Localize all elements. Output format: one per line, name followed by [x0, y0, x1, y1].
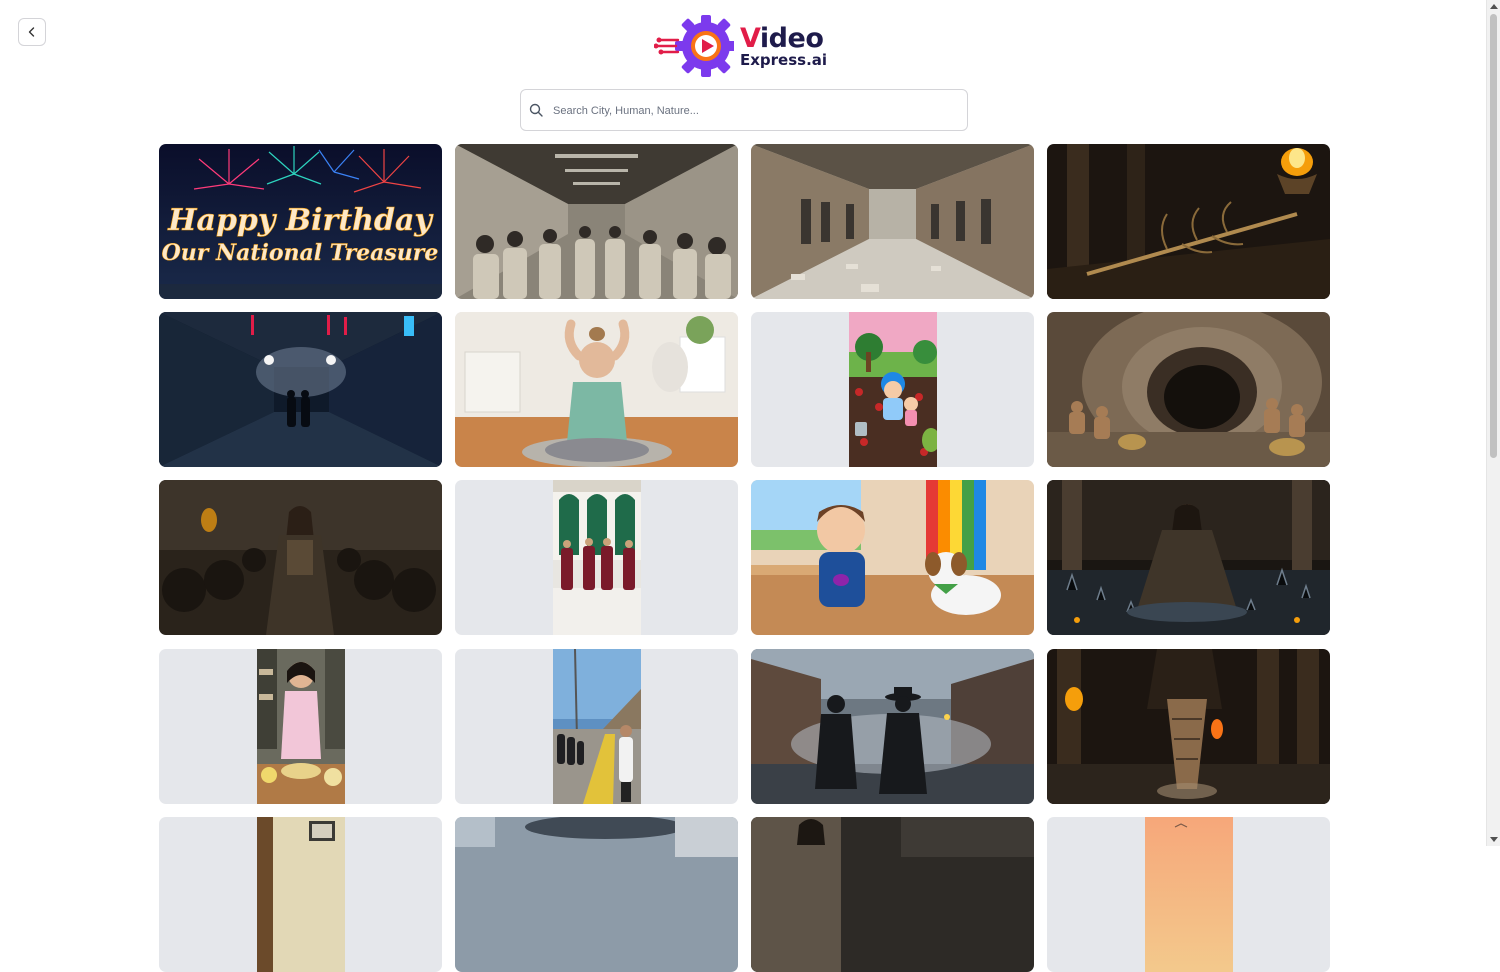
video-thumbnail	[751, 144, 1034, 299]
video-thumbnail	[849, 312, 937, 467]
chevron-left-icon	[28, 27, 35, 37]
scroll-up-arrow-icon[interactable]	[1490, 4, 1498, 9]
gallery-tile-sunset[interactable]	[1047, 817, 1330, 972]
gallery-tile-warrior-queen[interactable]	[159, 480, 442, 635]
video-thumbnail	[455, 312, 738, 467]
search-input[interactable]	[551, 90, 955, 132]
video-thumbnail	[751, 817, 1034, 972]
video-thumbnail	[1047, 649, 1330, 804]
gear-play-logo-icon	[654, 15, 734, 77]
app-logo: Video Express.ai	[654, 14, 834, 78]
video-thumbnail	[1047, 312, 1330, 467]
gallery-tile-weapon-torch[interactable]	[1047, 144, 1330, 299]
video-thumbnail	[1047, 480, 1330, 635]
gallery-tile-stressed-woman[interactable]	[455, 312, 738, 467]
thumbnail-caption-line1: Happy Birthday	[167, 203, 434, 238]
gallery-tile-street-people[interactable]	[455, 649, 738, 804]
video-thumbnail	[553, 480, 641, 635]
gallery-tile-cartoon-boy-dog[interactable]	[751, 480, 1034, 635]
thumbnail-caption-line2: Our National Treasure	[162, 240, 439, 266]
video-thumbnail	[159, 312, 442, 467]
video-thumbnail	[553, 649, 641, 804]
logo-wordmark-bottom: Express.ai	[740, 50, 828, 69]
video-thumbnail	[751, 649, 1034, 804]
gallery-tile-warrior-water[interactable]	[1047, 480, 1330, 635]
gallery-tile-sky-building[interactable]	[455, 817, 738, 972]
back-button[interactable]	[18, 18, 46, 46]
gallery-tile-room-sign[interactable]	[159, 817, 442, 972]
scroll-down-arrow-icon[interactable]	[1490, 837, 1498, 842]
video-thumbnail: Happy Birthday Our National Treasure	[159, 144, 442, 299]
video-thumbnail	[751, 480, 1034, 635]
video-thumbnail	[257, 817, 345, 972]
gallery-tile-woman-dark[interactable]	[751, 817, 1034, 972]
video-thumbnail	[1145, 817, 1233, 972]
gallery-tile-cave-people[interactable]	[1047, 312, 1330, 467]
gallery-tile-temple-feet[interactable]	[1047, 649, 1330, 804]
gallery-tile-crowd-corridor[interactable]	[455, 144, 738, 299]
page-scrollbar[interactable]	[1486, 0, 1500, 846]
gallery-tile-prison-hallway[interactable]	[751, 144, 1034, 299]
scrollbar-thumb[interactable]	[1490, 14, 1497, 458]
search-bar	[520, 89, 968, 132]
video-thumbnail	[159, 480, 442, 635]
gallery-tile-dark-corridor[interactable]	[159, 312, 442, 467]
gallery-tile-fireworks[interactable]: Happy Birthday Our National Treasure	[159, 144, 442, 299]
video-thumbnail	[455, 817, 738, 972]
gallery-tile-cartoon-farm[interactable]	[751, 312, 1034, 467]
gallery-tile-mosque-guards[interactable]	[455, 480, 738, 635]
video-thumbnail	[1047, 144, 1330, 299]
gallery-tile-girl-cooking[interactable]	[159, 649, 442, 804]
gallery-tile-two-men-street[interactable]	[751, 649, 1034, 804]
search-icon	[529, 103, 543, 117]
logo-wordmark-top: Video	[740, 22, 824, 54]
video-thumbnail	[257, 649, 345, 804]
video-thumbnail	[455, 144, 738, 299]
